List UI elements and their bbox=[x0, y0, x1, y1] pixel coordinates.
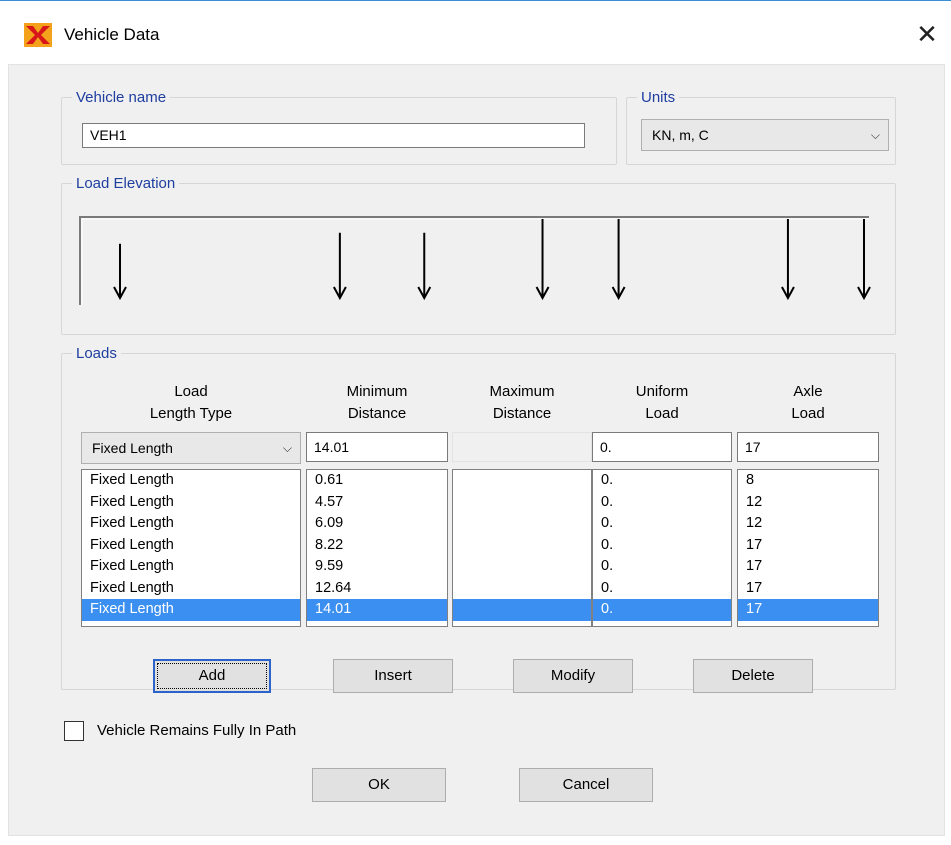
load-type-list[interactable]: Fixed Length Fixed Length Fixed Length Fixe… bbox=[81, 469, 301, 627]
list-item[interactable] bbox=[453, 513, 591, 535]
minimum-distance-input[interactable]: 14.01 bbox=[306, 432, 448, 462]
dialog-body: Vehicle name VEH1 Units KN, m, C ⌵ Load … bbox=[8, 64, 945, 836]
list-item[interactable] bbox=[453, 535, 591, 557]
list-item[interactable]: 0. bbox=[593, 556, 731, 578]
units-select[interactable]: KN, m, C ⌵ bbox=[641, 119, 889, 151]
header-load-length-type: Load Length Type bbox=[149, 383, 233, 422]
list-item[interactable]: Fixed Length bbox=[82, 513, 300, 535]
list-item[interactable]: 0. bbox=[593, 535, 731, 557]
list-item[interactable]: 0.61 bbox=[307, 470, 447, 492]
axle-load-list[interactable]: 8 12 12 17 17 17 17 bbox=[737, 469, 879, 627]
uniform-load-input[interactable]: 0. bbox=[592, 432, 732, 462]
minimum-distance-list[interactable]: 0.61 4.57 6.09 8.22 9.59 12.64 14.01 bbox=[306, 469, 448, 627]
vehicle-name-legend: Vehicle name bbox=[76, 89, 167, 106]
remains-in-path-checkbox[interactable] bbox=[64, 721, 84, 741]
list-item[interactable]: 0. bbox=[593, 599, 731, 621]
list-item[interactable]: 17 bbox=[738, 578, 878, 600]
title-bar: Vehicle Data ✕ bbox=[0, 0, 951, 65]
header-axle-load: Axle Load bbox=[791, 383, 825, 422]
list-item[interactable]: 4.57 bbox=[307, 492, 447, 514]
list-item[interactable]: 0. bbox=[593, 513, 731, 535]
chevron-down-icon: ⌵ bbox=[870, 128, 880, 142]
list-item[interactable]: Fixed Length bbox=[82, 470, 300, 492]
list-item[interactable]: 17 bbox=[738, 535, 878, 557]
list-item[interactable]: 0. bbox=[593, 470, 731, 492]
list-item[interactable]: 0. bbox=[593, 578, 731, 600]
load-elevation-legend: Load Elevation bbox=[76, 175, 176, 192]
axle-load-arrows bbox=[113, 219, 871, 301]
units-legend: Units bbox=[641, 89, 676, 106]
list-item[interactable]: 0. bbox=[593, 492, 731, 514]
window-title: Vehicle Data bbox=[64, 25, 160, 44]
ok-button[interactable]: OK bbox=[312, 768, 446, 802]
list-item[interactable]: 12.64 bbox=[307, 578, 447, 600]
list-item[interactable] bbox=[453, 556, 591, 578]
list-item[interactable]: Fixed Length bbox=[82, 556, 300, 578]
list-item[interactable]: 8.22 bbox=[307, 535, 447, 557]
sap-logo-icon bbox=[24, 23, 52, 47]
cancel-button[interactable]: Cancel bbox=[519, 768, 653, 802]
units-selected: KN, m, C bbox=[652, 127, 709, 143]
list-item[interactable]: 8 bbox=[738, 470, 878, 492]
maximum-distance-list[interactable] bbox=[452, 469, 592, 627]
vehicle-name-input[interactable]: VEH1 bbox=[82, 123, 585, 148]
list-item[interactable]: 14.01 bbox=[307, 599, 447, 621]
list-item[interactable]: Fixed Length bbox=[82, 535, 300, 557]
list-item[interactable] bbox=[453, 578, 591, 600]
load-elevation-diagram bbox=[79, 216, 871, 305]
list-item[interactable]: Fixed Length bbox=[82, 492, 300, 514]
list-item[interactable]: 12 bbox=[738, 513, 878, 535]
loads-legend: Loads bbox=[76, 345, 117, 362]
header-minimum-distance: Minimum Distance bbox=[346, 383, 408, 422]
delete-button[interactable]: Delete bbox=[693, 659, 813, 693]
list-item[interactable]: 17 bbox=[738, 599, 878, 621]
maximum-distance-input bbox=[452, 432, 592, 462]
list-item[interactable]: Fixed Length bbox=[82, 578, 300, 600]
insert-button[interactable]: Insert bbox=[333, 659, 453, 693]
load-type-selected: Fixed Length bbox=[92, 440, 173, 456]
uniform-load-list[interactable]: 0. 0. 0. 0. 0. 0. 0. bbox=[592, 469, 732, 627]
axle-load-input[interactable]: 17 bbox=[737, 432, 879, 462]
list-item[interactable]: 17 bbox=[738, 556, 878, 578]
list-item[interactable]: 6.09 bbox=[307, 513, 447, 535]
chevron-down-icon: ⌵ bbox=[282, 441, 292, 455]
header-maximum-distance: Maximum Distance bbox=[489, 383, 555, 422]
remains-in-path-label: Vehicle Remains Fully In Path bbox=[97, 722, 297, 739]
list-item[interactable] bbox=[453, 492, 591, 514]
load-type-select[interactable]: Fixed Length ⌵ bbox=[81, 432, 301, 464]
list-item[interactable] bbox=[453, 599, 591, 621]
list-item[interactable] bbox=[453, 470, 591, 492]
modify-button[interactable]: Modify bbox=[513, 659, 633, 693]
list-item[interactable]: 9.59 bbox=[307, 556, 447, 578]
close-icon[interactable]: ✕ bbox=[912, 19, 942, 49]
list-item[interactable]: 12 bbox=[738, 492, 878, 514]
list-item[interactable]: Fixed Length bbox=[82, 599, 300, 621]
header-uniform-load: Uniform Load bbox=[635, 383, 689, 422]
add-button[interactable]: Add bbox=[153, 659, 271, 693]
